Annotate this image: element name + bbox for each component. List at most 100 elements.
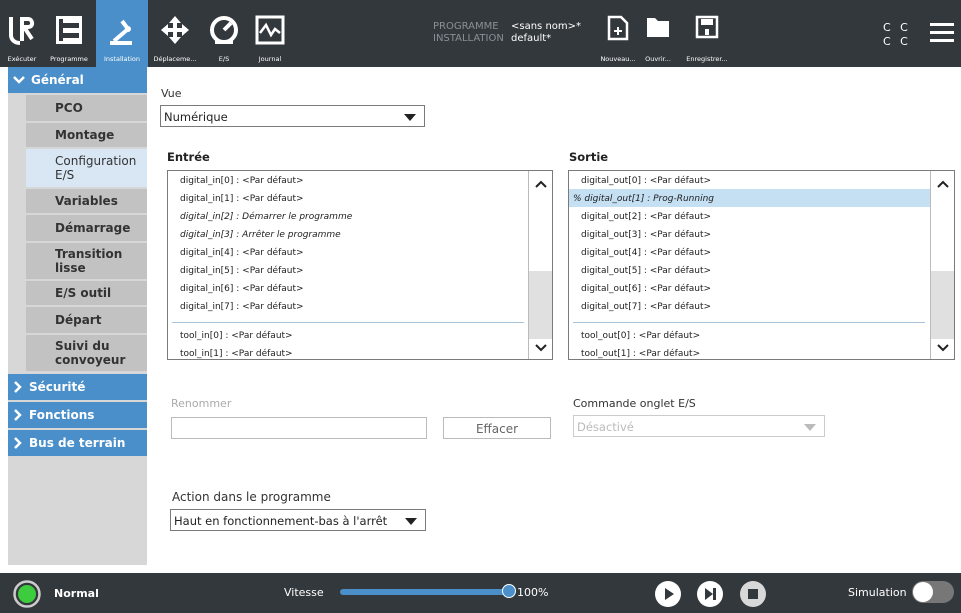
scroll-thumb[interactable]: [931, 271, 954, 339]
list-item[interactable]: tool_in[1] : <Par défaut>: [168, 344, 293, 359]
toggle-knob: [913, 582, 933, 602]
list-item[interactable]: digital_out[2] : <Par défaut>: [569, 207, 711, 225]
chevron-right-icon: [14, 381, 22, 393]
folder-icon: [647, 18, 669, 37]
list-item[interactable]: digital_in[7] : <Par défaut>: [168, 297, 304, 315]
installation-tab-label: Installation: [103, 55, 140, 63]
list-item[interactable]: digital_out[4] : <Par défaut>: [569, 243, 711, 261]
sidebar-section-label: Fonctions: [29, 408, 95, 422]
list-item[interactable]: digital_out[7] : <Par défaut>: [569, 297, 711, 315]
list-item[interactable]: tool_out[0] : <Par défaut>: [569, 326, 700, 344]
list-item[interactable]: digital_in[3] : Arrêter le programme: [168, 225, 341, 243]
list-item[interactable]: digital_in[1] : <Par défaut>: [168, 189, 304, 207]
program-tab-label: Programme: [50, 55, 88, 63]
list-item[interactable]: tool_in[0] : <Par défaut>: [168, 326, 293, 344]
sidebar-item-smooth-transition[interactable]: Transition lisse: [26, 243, 147, 279]
rename-label: Renommer: [171, 397, 232, 410]
move-tab[interactable]: Déplaceme...: [150, 0, 200, 67]
sidebar-item-label: PCO: [55, 101, 83, 115]
run-tab[interactable]: Exécuter: [2, 0, 42, 67]
list-item[interactable]: digital_in[5] : <Par défaut>: [168, 261, 304, 279]
sidebar-item-home[interactable]: Départ: [26, 307, 147, 333]
sidebar-item-tool-io[interactable]: E/S outil: [26, 281, 147, 305]
input-list[interactable]: digital_in[0] : <Par défaut> digital_in[…: [167, 170, 553, 360]
io-tab-control-value: Désactivé: [577, 420, 634, 434]
clear-button[interactable]: Effacer: [443, 417, 551, 439]
list-item[interactable]: digital_out[5] : <Par défaut>: [569, 261, 711, 279]
list-item[interactable]: digital_in[4] : <Par défaut>: [168, 243, 304, 261]
scroll-up-icon[interactable]: [529, 175, 552, 193]
sidebar-item-label: Transition lisse: [55, 247, 123, 275]
sidebar-item-label: E/S outil: [55, 286, 112, 300]
sidebar-item-io-config[interactable]: Configuration E/S: [26, 149, 147, 187]
sidebar-section-security[interactable]: Sécurité: [8, 374, 147, 400]
top-toolbar: Exécuter Programme Installation Déplacem…: [0, 0, 961, 67]
list-item[interactable]: digital_in[0] : <Par défaut>: [168, 171, 304, 189]
view-select[interactable]: Numérique: [160, 105, 425, 127]
open-button[interactable]: Ouvrir...: [636, 0, 680, 67]
output-header: Sortie: [569, 150, 609, 164]
stop-icon[interactable]: [740, 581, 766, 607]
sidebar-item-variables[interactable]: Variables: [26, 189, 147, 213]
sidebar-item-label: Départ: [55, 313, 102, 327]
hamburger-menu-icon[interactable]: [930, 22, 954, 44]
gauge-icon: [210, 16, 238, 44]
installation-value: default*: [511, 33, 552, 44]
main-panel: Vue Numérique Entrée Sortie digital_in[0…: [147, 67, 961, 565]
new-file-icon: [607, 15, 629, 41]
sidebar-item-label: Montage: [55, 128, 115, 142]
rename-input[interactable]: [171, 417, 427, 439]
list-item[interactable]: digital_out[0] : <Par défaut>: [569, 171, 711, 189]
io-tab[interactable]: E/S: [204, 0, 244, 67]
speed-slider-track[interactable]: [340, 589, 510, 595]
output-list[interactable]: digital_out[0] : <Par défaut> % digital_…: [568, 170, 955, 360]
io-tab-control-label: Commande onglet E/S: [573, 397, 696, 410]
play-icon[interactable]: [655, 581, 681, 607]
log-chart-icon: [255, 15, 285, 45]
scroll-down-icon[interactable]: [931, 339, 954, 357]
list-item[interactable]: digital_out[3] : <Par défaut>: [569, 225, 711, 243]
output-scrollbar[interactable]: [930, 171, 954, 359]
scroll-thumb[interactable]: [529, 271, 552, 339]
cc-line1: C C: [883, 21, 911, 34]
sidebar-item-conveyor[interactable]: Suivi du convoyeur: [26, 335, 147, 371]
log-tab[interactable]: Journal: [250, 0, 290, 67]
installation-key: INSTALLATION: [433, 33, 504, 44]
cc-line2: C C: [883, 35, 911, 48]
status-text: Normal: [54, 587, 99, 600]
list-item[interactable]: tool_out[1] : <Par défaut>: [569, 344, 700, 359]
list-item[interactable]: digital_in[2] : Démarrer le programme: [168, 207, 352, 225]
simulation-toggle[interactable]: [912, 581, 954, 603]
scroll-up-icon[interactable]: [931, 175, 954, 193]
list-item[interactable]: digital_out[6] : <Par défaut>: [569, 279, 711, 297]
program-tab[interactable]: Programme: [44, 0, 94, 67]
chevron-right-icon: [14, 409, 22, 421]
simulation-label: Simulation: [848, 586, 907, 599]
list-item-selected[interactable]: % digital_out[1] : Prog-Running: [569, 189, 930, 207]
sidebar-section-fieldbus[interactable]: Bus de terrain: [8, 430, 147, 456]
save-button[interactable]: Enregistrer...: [677, 0, 737, 67]
list-item[interactable]: digital_in[6] : <Par défaut>: [168, 279, 304, 297]
speed-slider-handle[interactable]: [502, 584, 516, 598]
new-button[interactable]: Nouveau...: [596, 0, 640, 67]
installation-tab[interactable]: Installation: [96, 0, 148, 67]
view-select-value: Numérique: [164, 110, 228, 124]
speed-value: 100%: [517, 586, 549, 599]
sidebar-item-startup[interactable]: Démarrage: [26, 215, 147, 241]
power-status-icon[interactable]: [13, 580, 41, 608]
action-select[interactable]: Haut en fonctionnement-bas à l'arrêt: [170, 509, 426, 531]
step-icon[interactable]: [697, 581, 723, 607]
sidebar-item-label: Variables: [55, 194, 118, 208]
dropdown-arrow-icon: [804, 424, 816, 431]
sidebar-section-general[interactable]: Général: [8, 67, 147, 93]
program-info: PROGRAMME <sans nom>* INSTALLATION default…: [433, 21, 581, 45]
scroll-down-icon[interactable]: [529, 339, 552, 357]
sidebar-item-montage[interactable]: Montage: [26, 123, 147, 147]
list-separator: [573, 322, 925, 323]
sidebar-item-label: Suivi du convoyeur: [55, 339, 126, 367]
sidebar-item-pco[interactable]: PCO: [26, 95, 147, 121]
sidebar-section-functions[interactable]: Fonctions: [8, 402, 147, 428]
io-tab-label: E/S: [218, 55, 230, 63]
input-scrollbar[interactable]: [528, 171, 552, 359]
view-label: Vue: [161, 87, 182, 100]
